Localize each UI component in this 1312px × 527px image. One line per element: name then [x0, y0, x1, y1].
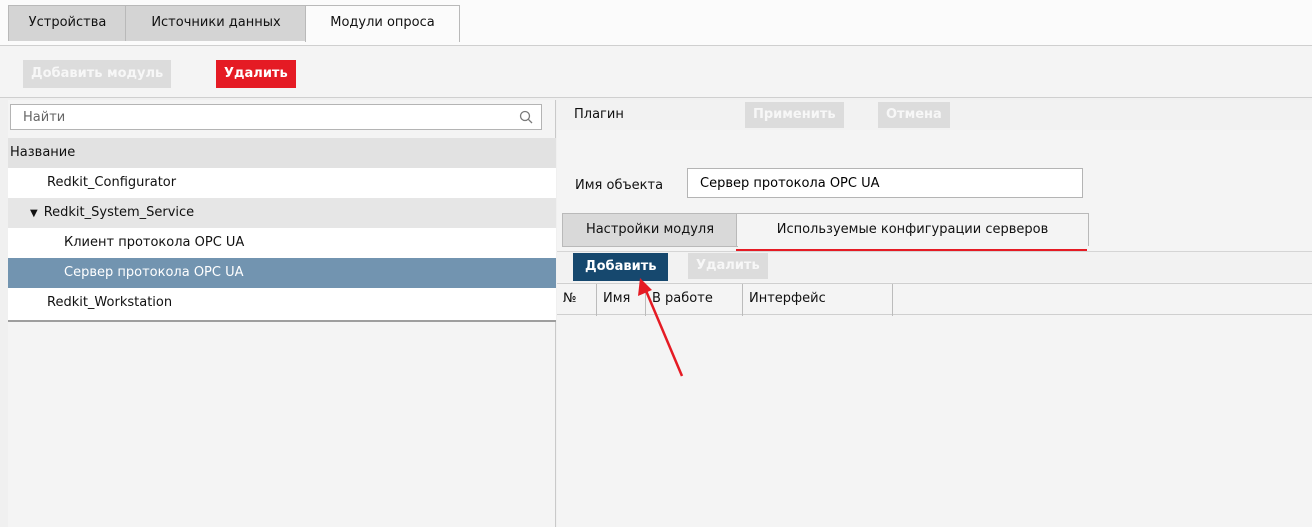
module-tabbar: Устройства Источники данных Модули опрос… [0, 0, 1312, 46]
tree-item-opc-client[interactable]: Клиент протокола OPC UA [8, 228, 556, 258]
tab-data-sources[interactable]: Источники данных [125, 5, 307, 41]
delete-button[interactable]: Удалить [216, 60, 296, 88]
add-config-button[interactable]: Добавить [573, 253, 669, 281]
module-tree: Название Redkit_Configurator ▼ Redkit_Sys… [8, 138, 556, 322]
expand-arrow-icon[interactable]: ▼ [30, 199, 38, 229]
plugin-bar: Плагин Применить Отмена [557, 100, 1312, 130]
search-box [10, 104, 542, 130]
column-number[interactable]: № [557, 284, 597, 316]
tree-item-redkit-system-service[interactable]: ▼ Redkit_System_Service [8, 198, 556, 228]
column-name[interactable]: Имя [597, 284, 646, 316]
config-toolbar: Добавить Удалить [557, 251, 1312, 282]
object-name-label: Имя объекта [575, 178, 664, 193]
config-table-body [557, 316, 1312, 527]
column-in-work[interactable]: В работе [646, 284, 743, 316]
delete-config-button[interactable]: Удалить [688, 253, 768, 279]
apply-button[interactable]: Применить [745, 102, 844, 128]
tab-module-settings[interactable]: Настройки модуля [562, 213, 738, 247]
add-module-button[interactable]: Добавить модуль [23, 60, 172, 88]
config-table-header: № Имя В работе Интерфейс [557, 283, 1312, 316]
tab-devices[interactable]: Устройства [8, 5, 127, 41]
tree-item-opc-server[interactable]: Сервер протокола OPC UA [8, 258, 556, 288]
tree-item-redkit-workstation[interactable]: Redkit_Workstation [8, 288, 556, 318]
object-name-field[interactable] [687, 168, 1083, 198]
search-icon[interactable] [519, 110, 533, 124]
column-interface[interactable]: Интерфейс [743, 284, 893, 316]
tree-item-redkit-configurator[interactable]: Redkit_Configurator [8, 168, 556, 198]
plugin-label: Плагин [574, 107, 624, 122]
tree-item-label: Redkit_System_Service [43, 205, 195, 220]
search-input[interactable] [11, 105, 535, 129]
tab-server-configurations[interactable]: Используемые конфигурации серверов [736, 213, 1089, 246]
main-toolbar: Добавить модуль Удалить [0, 46, 1312, 98]
tree-header[interactable]: Название [8, 138, 556, 168]
tab-polling-modules[interactable]: Модули опроса [305, 5, 460, 42]
cancel-button[interactable]: Отмена [878, 102, 950, 128]
